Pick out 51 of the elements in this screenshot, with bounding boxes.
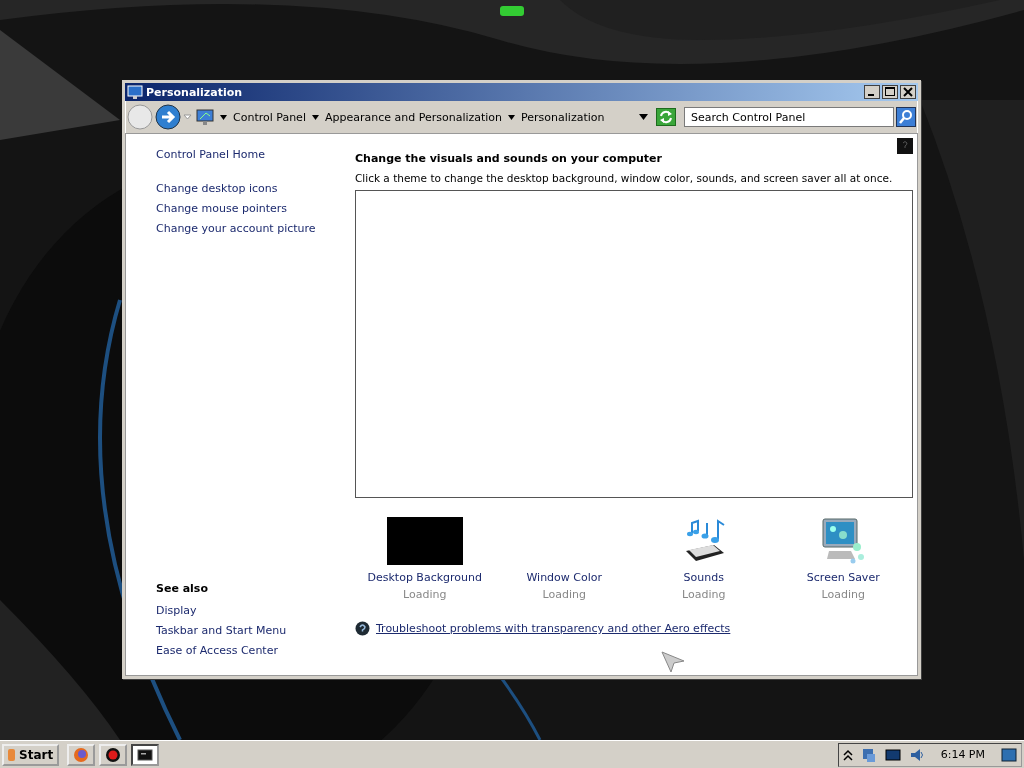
record-icon <box>105 746 122 763</box>
network-icon[interactable] <box>860 746 877 763</box>
breadcrumb-link[interactable]: Appearance and Personalization <box>324 110 503 124</box>
theme-item-link[interactable]: Sounds <box>683 571 724 584</box>
taskbar-button[interactable] <box>131 743 160 766</box>
start-icon <box>8 747 16 762</box>
sidebar-link[interactable]: Ease of Access Center <box>156 644 325 657</box>
caret-icon[interactable] <box>639 114 648 120</box>
breadcrumb-link[interactable]: Control Panel <box>233 110 306 124</box>
status-text: Loading <box>682 588 726 601</box>
browser-icon <box>73 746 90 763</box>
speaker-icon[interactable] <box>908 746 925 763</box>
sidebar-link[interactable]: Display <box>156 604 325 617</box>
monitor-icon <box>127 84 143 100</box>
caret-icon[interactable] <box>311 114 319 120</box>
sidebar-link[interactable]: Change your account picture <box>156 222 325 235</box>
search-field[interactable]: Search Control Panel <box>684 107 894 127</box>
monitor-icon <box>196 108 214 126</box>
clock-text: 6:14 PM <box>940 748 985 761</box>
window-title: Personalization <box>146 85 243 99</box>
theme-item-link[interactable]: Window Color <box>526 571 603 584</box>
breadcrumb-link[interactable]: Personalization <box>521 110 605 124</box>
forward-icon[interactable] <box>155 104 181 130</box>
sidebar-link[interactable]: Change mouse pointers <box>156 202 325 215</box>
dropdown-icon[interactable] <box>183 113 192 121</box>
monitor-icon[interactable] <box>884 746 901 763</box>
close-icon[interactable] <box>900 85 916 99</box>
section-heading: See also <box>156 582 209 595</box>
cursor-icon <box>661 651 685 673</box>
chevron-up-icon[interactable] <box>842 748 853 761</box>
desktop-icon[interactable] <box>1001 746 1017 763</box>
start-button[interactable]: Start <box>2 743 60 766</box>
status-text: Loading <box>403 588 447 601</box>
help-link[interactable]: Troubleshoot problems with transparency and other Aero effects <box>376 622 731 635</box>
sidebar-link[interactable]: Change desktop icons <box>156 182 325 195</box>
maximize-icon[interactable] <box>882 85 898 99</box>
terminal-icon <box>137 746 154 763</box>
help-orb-icon <box>355 621 370 636</box>
page-heading: Change the visuals and sounds on your computer <box>355 152 662 165</box>
refresh-icon[interactable] <box>656 108 676 126</box>
status-text: Loading <box>821 588 865 601</box>
minimize-icon[interactable] <box>864 85 880 99</box>
theme-item-link[interactable]: Screen Saver <box>806 571 880 584</box>
caret-icon[interactable] <box>508 114 516 120</box>
description-text: Click a theme to change the desktop background, window color, sounds, and screen saver all at once. <box>355 172 894 184</box>
sidebar-link[interactable]: Taskbar and Start Menu <box>156 624 325 637</box>
search-icon[interactable] <box>896 107 916 127</box>
caret-icon[interactable] <box>220 114 227 120</box>
status-text: Loading <box>542 588 586 601</box>
sidebar-link[interactable]: Control Panel Home <box>156 148 325 161</box>
theme-item-link[interactable]: Desktop Background <box>367 571 482 584</box>
